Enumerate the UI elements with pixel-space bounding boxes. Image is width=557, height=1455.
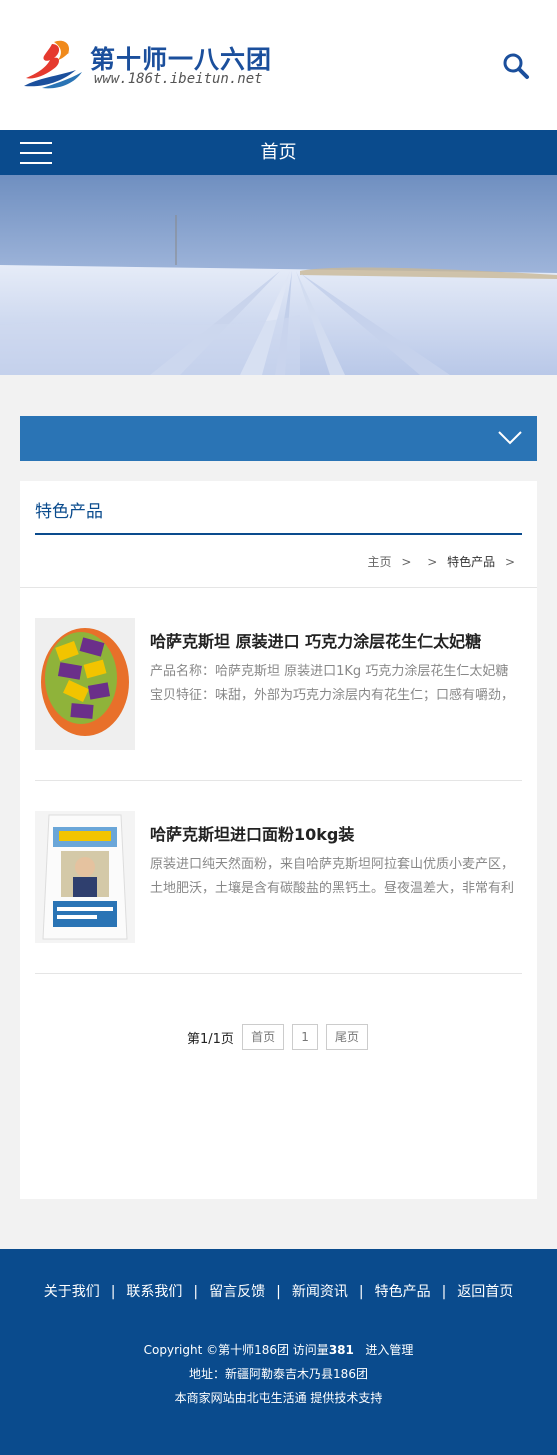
site-footer: 关于我们 | 联系我们 | 留言反馈 | 新闻资讯 | 特色产品 | 返回首页 Copyright … (0, 1249, 557, 1455)
category-dropdown-toggle[interactable] (20, 416, 537, 461)
copyright-line: Copyright ©第十师186团 访问量381 进入管理 (0, 1341, 557, 1358)
hamburger-menu-icon-bar (20, 162, 52, 164)
visit-count: 381 (328, 1343, 354, 1357)
breadcrumb-separator: > (401, 555, 412, 569)
product-item[interactable]: 哈萨克斯坦进口面粉10kg装 原装进口纯天然面粉，来自哈萨克斯坦阿拉套山优质小麦… (35, 811, 522, 943)
product-description: 产品名称：哈萨克斯坦 原装进口1Kg 巧克力涂层花生仁太妃糖宝贝特征：味甜，外部… (150, 664, 515, 703)
product-name[interactable]: 哈萨克斯坦 原装进口 巧克力涂层花生仁太妃糖 (150, 628, 522, 652)
first-page-button[interactable]: 首页 (242, 1024, 285, 1050)
search-icon (503, 53, 529, 79)
breadcrumb: 主页 > > 特色产品 > (367, 553, 521, 570)
flour-bag-image (35, 811, 135, 943)
last-page-button[interactable]: 尾页 (326, 1024, 369, 1050)
address-line: 地址：新疆阿勒泰吉木乃县186团 (189, 1367, 368, 1381)
copyright-text: Copyright ©第十师186团 访问量 (143, 1343, 329, 1357)
search-button[interactable] (500, 50, 532, 82)
hamburger-menu-icon-bar (20, 152, 52, 154)
main-navbar: 首页 (0, 130, 557, 175)
breadcrumb-home-link[interactable]: 主页 (367, 555, 391, 569)
footer-link-products[interactable]: 特色产品 (375, 1284, 431, 1300)
product-name[interactable]: 哈萨克斯坦进口面粉10kg装 (150, 821, 522, 845)
panel-title-underline (35, 533, 522, 535)
footer-separator: | (276, 1284, 281, 1300)
page-number-button[interactable]: 1 (292, 1024, 318, 1050)
footer-link-feedback[interactable]: 留言反馈 (209, 1284, 265, 1300)
product-description: 原装进口纯天然面粉，来自哈萨克斯坦阿拉套山优质小麦产区，土地肥沃，土壤是含有碳酸… (150, 857, 515, 896)
footer-separator: | (110, 1284, 116, 1300)
admin-link[interactable]: 进入管理 (365, 1343, 413, 1357)
divider (35, 780, 522, 781)
panel-title: 特色产品 (35, 502, 103, 522)
footer-link-contact[interactable]: 联系我们 (126, 1284, 182, 1300)
footer-link-home[interactable]: 返回首页 (457, 1284, 513, 1300)
divider (35, 973, 522, 974)
footer-separator: | (441, 1284, 447, 1300)
candy-plate-image (35, 618, 135, 750)
breadcrumb-separator: > (427, 555, 438, 569)
nav-title: 首页 (260, 142, 297, 163)
chevron-down-icon (498, 431, 522, 445)
pagination: 第1/1页 首页 1 尾页 (20, 1024, 537, 1050)
snow-landscape-image (0, 175, 557, 375)
menu-button[interactable] (20, 142, 52, 164)
product-item[interactable]: 哈萨克斯坦 原装进口 巧克力涂层花生仁太妃糖 产品名称：哈萨克斯坦 原装进口1K… (35, 618, 522, 750)
support-line: 本商家网站由北屯生活通 提供技术支持 (174, 1391, 383, 1405)
footer-nav: 关于我们 | 联系我们 | 留言反馈 | 新闻资讯 | 特色产品 | 返回首页 (0, 1281, 557, 1301)
logo-url: www.186t.ibeitun.net (94, 71, 263, 87)
banner-image (0, 175, 557, 375)
breadcrumb-separator: > (504, 555, 515, 569)
site-logo[interactable]: 第十师一八六团 www.186t.ibeitun.net (24, 38, 284, 92)
hamburger-menu-icon (20, 142, 52, 144)
footer-separator: | (193, 1284, 199, 1300)
footer-link-news[interactable]: 新闻资讯 (292, 1284, 348, 1300)
page-info: 第1/1页 (186, 1031, 234, 1047)
product-image[interactable] (35, 618, 135, 750)
footer-link-about[interactable]: 关于我们 (44, 1284, 100, 1300)
logo-mark-icon (24, 40, 82, 89)
site-header: 第十师一八六团 www.186t.ibeitun.net (0, 0, 557, 130)
divider (20, 587, 537, 588)
product-image[interactable] (35, 811, 135, 943)
footer-separator: | (358, 1284, 364, 1300)
content-panel: 特色产品 主页 > > 特色产品 > 哈萨克斯坦 原装进口 巧克力涂层花生仁太妃… (20, 481, 537, 1199)
breadcrumb-current-link[interactable]: 特色产品 (447, 555, 495, 569)
